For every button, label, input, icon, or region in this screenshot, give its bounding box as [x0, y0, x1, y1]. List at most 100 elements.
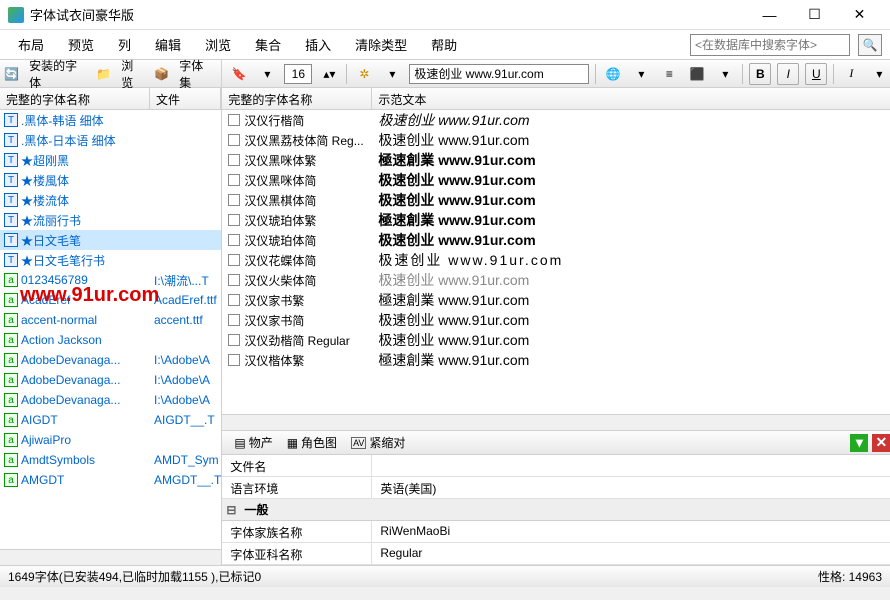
- font-preview-row[interactable]: 汉仪家书繁極速創業 www.91ur.com: [222, 290, 890, 310]
- col-fontname[interactable]: 完整的字体名称: [0, 88, 150, 109]
- left-font-list[interactable]: T.黑体-韩语 细体T.黑体-日本语 细体T★超刚黑T★楼風体T★楼流体T★流丽…: [0, 110, 221, 549]
- search-input[interactable]: [690, 34, 850, 56]
- checkbox[interactable]: [228, 254, 240, 266]
- list-item[interactable]: T★日文毛笔: [0, 230, 221, 250]
- font-preview-row[interactable]: 汉仪黑咪体简极速创业 www.91ur.com: [222, 170, 890, 190]
- font-preview-row[interactable]: 汉仪行楷简极速创业 www.91ur.com: [222, 110, 890, 130]
- checkbox[interactable]: [228, 154, 240, 166]
- package-icon: 📦: [154, 66, 169, 82]
- checkbox[interactable]: [228, 194, 240, 206]
- list-item[interactable]: a0123456789I:\潮流\...T: [0, 270, 221, 290]
- close-props-button[interactable]: ✕: [872, 434, 890, 452]
- size-input[interactable]: [284, 64, 312, 84]
- col-sample[interactable]: 示范文本: [372, 88, 890, 109]
- left-hscroll[interactable]: [0, 549, 221, 565]
- tab-fontset[interactable]: 字体集: [175, 55, 217, 93]
- font-preview-list[interactable]: 汉仪行楷简极速创业 www.91ur.com汉仪黑荔枝体简 Reg...极速创业…: [222, 110, 890, 414]
- checkbox[interactable]: [228, 334, 240, 346]
- list-item[interactable]: aAIGDTAIGDT__.T: [0, 410, 221, 430]
- dropdown2-icon[interactable]: ▾: [630, 63, 652, 85]
- search-button[interactable]: 🔍: [858, 34, 882, 56]
- list-item[interactable]: T★超刚黑: [0, 150, 221, 170]
- checkbox[interactable]: [228, 294, 240, 306]
- tab-property[interactable]: ▤物产: [228, 431, 278, 454]
- font-preview-row[interactable]: 汉仪花蝶体简极速创业 www.91ur.com: [222, 250, 890, 270]
- maximize-button[interactable]: ☐: [792, 1, 837, 29]
- property-grid[interactable]: 文件名 语言环境英语(美国) 一般 字体家族名称RiWenMaoBi 字体亚科名…: [222, 455, 890, 565]
- list-item[interactable]: aaccent-normalaccent.ttf: [0, 310, 221, 330]
- globe-icon[interactable]: 🌐: [602, 63, 624, 85]
- minimize-button[interactable]: —: [747, 1, 792, 29]
- list-item[interactable]: aAdobeDevanaga...I:\Adobe\A: [0, 390, 221, 410]
- tab-charmap[interactable]: ▦角色图: [281, 431, 343, 454]
- list-item[interactable]: aAMGDTAMGDT__.T: [0, 470, 221, 490]
- status-right: 性格: 14963: [818, 568, 882, 585]
- checkbox[interactable]: [228, 234, 240, 246]
- list-item[interactable]: aAmdtSymbolsAMDT_Sym: [0, 450, 221, 470]
- font-name: 汉仪黑荔枝体简 Reg...: [244, 132, 363, 149]
- checkbox[interactable]: [228, 134, 240, 146]
- col-file[interactable]: 文件: [150, 88, 221, 109]
- font-preview-row[interactable]: 汉仪黑荔枝体简 Reg...极速创业 www.91ur.com: [222, 130, 890, 150]
- list-item[interactable]: aAdobeDevanaga...I:\Adobe\A: [0, 370, 221, 390]
- refresh-icon[interactable]: 🔄: [4, 66, 19, 82]
- underline-button[interactable]: U: [805, 63, 827, 85]
- list-item[interactable]: T★楼流体: [0, 190, 221, 210]
- bold-button[interactable]: B: [749, 63, 771, 85]
- dropdown3-icon[interactable]: ▾: [714, 63, 736, 85]
- list-item[interactable]: aAcadErefAcadEref.ttf: [0, 290, 221, 310]
- font-preview-row[interactable]: 汉仪家书简极速创业 www.91ur.com: [222, 310, 890, 330]
- font-preview-row[interactable]: 汉仪楷体繁極速創業 www.91ur.com: [222, 350, 890, 370]
- font-preview-row[interactable]: 汉仪黑棋体简极速创业 www.91ur.com: [222, 190, 890, 210]
- checkbox[interactable]: [228, 174, 240, 186]
- font-preview-row[interactable]: 汉仪琥珀体繁極速創業 www.91ur.com: [222, 210, 890, 230]
- lines-icon[interactable]: ≡: [658, 63, 680, 85]
- checkbox[interactable]: [228, 354, 240, 366]
- color-icon[interactable]: ⬛: [686, 63, 708, 85]
- menu-clear[interactable]: 清除类型: [345, 31, 417, 58]
- italic-button[interactable]: I: [777, 63, 799, 85]
- menu-help[interactable]: 帮助: [421, 31, 467, 58]
- menu-insert[interactable]: 插入: [295, 31, 341, 58]
- sample-text-input[interactable]: [409, 64, 589, 84]
- status-left: 1649字体(已安装494,已临时加载1155 ),已标记0: [8, 568, 818, 585]
- spinner-icon[interactable]: ▴▾: [318, 63, 340, 85]
- font-file-label: AMGDT__.T: [150, 473, 221, 487]
- font-list-header: 完整的字体名称 示范文本: [222, 88, 890, 110]
- font-preview-row[interactable]: 汉仪劲楷简 Regular极速创业 www.91ur.com: [222, 330, 890, 350]
- tab-installed[interactable]: 安装的字体: [25, 55, 90, 93]
- font-preview-row[interactable]: 汉仪黑咪体繁極速創業 www.91ur.com: [222, 150, 890, 170]
- prop-section[interactable]: 一般: [222, 499, 890, 521]
- font-file-label: I:\Adobe\A: [150, 373, 221, 387]
- tab-browse[interactable]: 浏览: [117, 55, 148, 93]
- col-fullname[interactable]: 完整的字体名称: [222, 88, 372, 109]
- list-item[interactable]: T.黑体-韩语 细体: [0, 110, 221, 130]
- font-name-label: .黑体-日本语 细体: [21, 132, 116, 149]
- list-item[interactable]: T.黑体-日本语 细体: [0, 130, 221, 150]
- close-button[interactable]: ✕: [837, 1, 882, 29]
- font-type-icon: a: [4, 453, 18, 467]
- special-button[interactable]: I: [840, 63, 862, 85]
- right-hscroll[interactable]: [222, 414, 890, 430]
- compass-icon[interactable]: ✲: [353, 63, 375, 85]
- list-item[interactable]: aAdobeDevanaga...I:\Adobe\A: [0, 350, 221, 370]
- expand-button[interactable]: ▾: [850, 434, 868, 452]
- font-preview-row[interactable]: 汉仪琥珀体简极速创业 www.91ur.com: [222, 230, 890, 250]
- list-item[interactable]: T★楼風体: [0, 170, 221, 190]
- list-item[interactable]: aAction Jackson: [0, 330, 221, 350]
- font-preview-row[interactable]: 汉仪火柴体简极速创业 www.91ur.com: [222, 270, 890, 290]
- list-item[interactable]: T★流丽行书: [0, 210, 221, 230]
- checkbox[interactable]: [228, 314, 240, 326]
- list-item[interactable]: aAjiwaiPro: [0, 430, 221, 450]
- checkbox[interactable]: [228, 114, 240, 126]
- decrease-icon[interactable]: ▾: [256, 63, 278, 85]
- bookmark-icon[interactable]: 🔖: [228, 63, 250, 85]
- dropdown-icon[interactable]: ▾: [381, 63, 403, 85]
- dropdown4-icon[interactable]: ▾: [868, 63, 890, 85]
- checkbox[interactable]: [228, 274, 240, 286]
- list-item[interactable]: T★日文毛笔行书: [0, 250, 221, 270]
- checkbox[interactable]: [228, 214, 240, 226]
- tab-kerning[interactable]: AV紧缩对: [345, 431, 411, 454]
- menu-collection[interactable]: 集合: [245, 31, 291, 58]
- properties-panel: ▤物产 ▦角色图 AV紧缩对 ▾ ✕ 文件名 语言环境英语(美国) 一般 字体家…: [222, 430, 890, 565]
